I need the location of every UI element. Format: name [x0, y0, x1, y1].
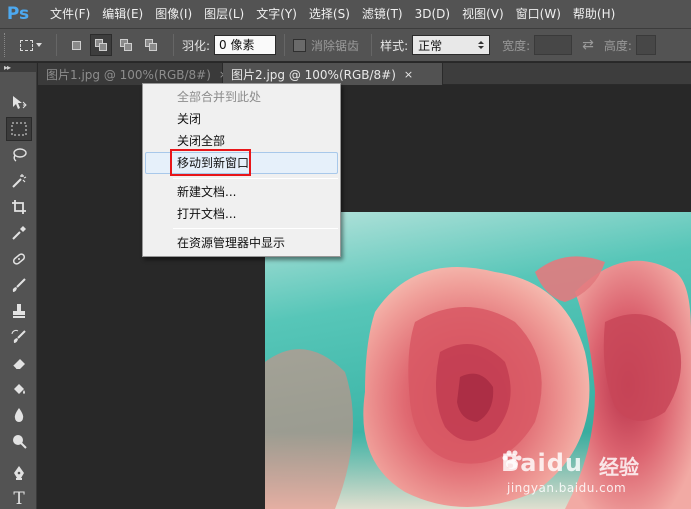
menu-edit[interactable]: 编辑(E)	[96, 0, 149, 28]
menu-bar: Ps 文件(F) 编辑(E) 图像(I) 图层(L) 文字(Y) 选择(S) 滤…	[0, 0, 691, 28]
menu-select[interactable]: 选择(S)	[303, 0, 356, 28]
dodge-tool-icon[interactable]	[6, 429, 32, 453]
crop-tool-icon[interactable]	[6, 195, 32, 219]
separator	[56, 34, 57, 56]
paw-icon	[502, 450, 522, 469]
watermark-cn-text: 经验	[599, 455, 639, 479]
history-brush-icon[interactable]	[6, 325, 32, 349]
intersect-selection-icon	[145, 39, 157, 51]
feather-label: 羽化:	[182, 38, 211, 53]
separator	[371, 34, 373, 56]
blur-tool-icon[interactable]	[6, 403, 32, 427]
document-tab-bar: 图片1.jpg @ 100%(RGB/8#) × 图片2.jpg @ 100%(…	[38, 63, 691, 85]
style-select-value: 正常	[418, 38, 443, 53]
baidu-jingyan-watermark: Bai du 经验 jingyan.baidu.com	[501, 449, 681, 499]
tab-document-2[interactable]: 图片2.jpg @ 100%(RGB/8#) ×	[223, 63, 443, 85]
menu-3d[interactable]: 3D(D)	[409, 0, 456, 28]
subtract-selection-button[interactable]	[115, 34, 137, 56]
marquee-preset-icon	[20, 39, 33, 51]
move-tool-icon[interactable]	[6, 91, 32, 115]
updown-arrows-icon	[478, 41, 485, 49]
menu-filter[interactable]: 滤镜(T)	[356, 0, 409, 28]
height-input[interactable]	[635, 35, 656, 55]
width-input[interactable]	[534, 35, 573, 55]
menu-help[interactable]: 帮助(H)	[567, 0, 621, 28]
magic-wand-icon[interactable]	[6, 169, 32, 193]
menu-item-new-document[interactable]: 新建文档...	[145, 181, 338, 203]
photoshop-logo: Ps	[6, 4, 30, 24]
tab-label: 图片2.jpg @ 100%(RGB/8#)	[231, 67, 396, 82]
menu-item-close[interactable]: 关闭	[145, 108, 338, 130]
menu-view[interactable]: 视图(V)	[456, 0, 510, 28]
swap-dimensions-icon[interactable]: ⇄	[582, 37, 594, 53]
antialias-label: 消除锯齿	[311, 38, 360, 53]
baidu-logo: Bai du	[501, 449, 583, 477]
add-to-selection-button[interactable]	[90, 34, 112, 56]
add-selection-icon	[95, 39, 107, 51]
tool-preset-picker[interactable]	[20, 34, 48, 56]
separator	[284, 34, 286, 56]
subtract-selection-icon	[120, 39, 132, 51]
new-selection-button[interactable]	[65, 34, 87, 56]
feather-input[interactable]: 0 像素	[214, 35, 277, 55]
options-bar-grip[interactable]	[4, 33, 14, 57]
tools-panel: ▸▸ T	[0, 63, 37, 509]
menu-separator	[173, 178, 338, 179]
menu-item-consolidate-all[interactable]: 全部合并到此处	[145, 86, 338, 108]
panel-collapse-handle[interactable]: ▸▸	[0, 63, 36, 72]
close-icon[interactable]: ×	[404, 68, 413, 81]
separator	[173, 34, 174, 56]
chevron-down-icon	[36, 43, 42, 47]
tab-document-1[interactable]: 图片1.jpg @ 100%(RGB/8#) ×	[38, 63, 228, 85]
document-workspace[interactable]: Bai du 经验 jingyan.baidu.com	[38, 86, 691, 509]
pen-tool-icon[interactable]	[6, 461, 32, 485]
intersect-selection-button[interactable]	[140, 34, 162, 56]
style-label: 样式:	[380, 38, 409, 53]
menu-window[interactable]: 窗口(W)	[510, 0, 567, 28]
menu-layer[interactable]: 图层(L)	[198, 0, 250, 28]
antialias-checkbox[interactable]	[293, 38, 307, 52]
eyedropper-icon[interactable]	[6, 221, 32, 245]
watermark-url: jingyan.baidu.com	[507, 481, 627, 495]
healing-brush-icon[interactable]	[6, 247, 32, 271]
menu-item-show-in-explorer[interactable]: 在资源管理器中显示	[145, 232, 338, 254]
watermark-logo-suffix: du	[546, 449, 583, 477]
type-tool-icon[interactable]: T	[6, 487, 32, 509]
style-select[interactable]: 正常	[412, 35, 491, 55]
menu-file[interactable]: 文件(F)	[44, 0, 96, 28]
paint-bucket-icon[interactable]	[6, 377, 32, 401]
width-label: 宽度:	[502, 38, 531, 53]
tab-label: 图片1.jpg @ 100%(RGB/8#)	[46, 67, 211, 82]
brush-tool-icon[interactable]	[6, 273, 32, 297]
clone-stamp-icon[interactable]	[6, 299, 32, 323]
menu-separator	[173, 228, 338, 229]
menu-item-open-document[interactable]: 打开文档...	[145, 203, 338, 225]
menu-image[interactable]: 图像(I)	[149, 0, 198, 28]
eraser-icon[interactable]	[6, 351, 32, 375]
height-label: 高度:	[603, 38, 632, 53]
annotation-highlight-box	[170, 149, 251, 176]
new-selection-icon	[71, 40, 81, 50]
lasso-tool-icon[interactable]	[6, 143, 32, 167]
marquee-tool-icon[interactable]	[6, 117, 32, 141]
menu-type[interactable]: 文字(Y)	[250, 0, 303, 28]
options-bar: 羽化: 0 像素 消除锯齿 样式: 正常 宽度: ⇄ 高度:	[0, 28, 691, 62]
